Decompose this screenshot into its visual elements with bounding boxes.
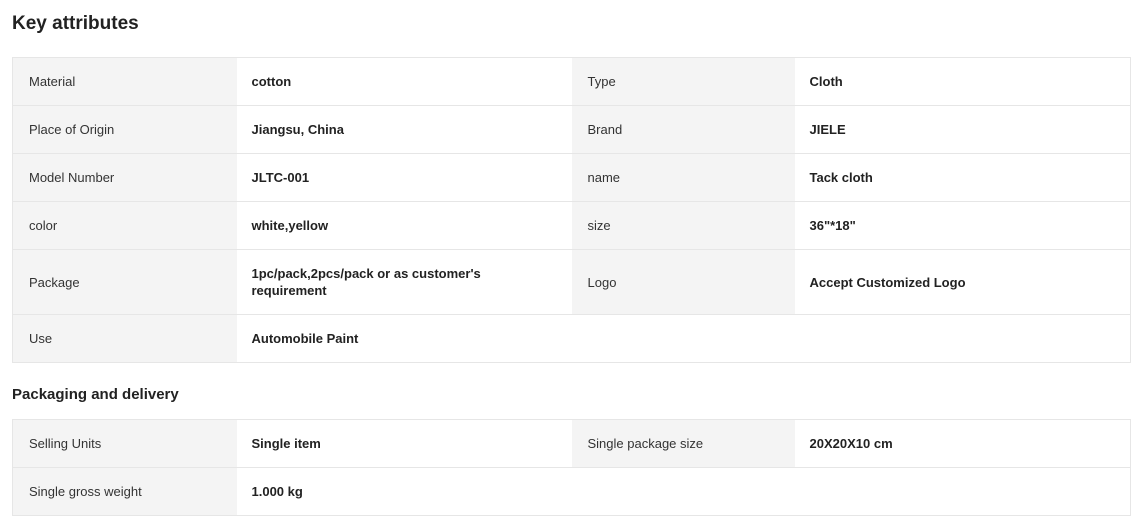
empty-cell	[571, 467, 795, 516]
attribute-value: 1pc/pack,2pcs/pack or as customer's requ…	[236, 249, 572, 315]
attribute-label: Brand	[571, 105, 795, 154]
attribute-value: cotton	[236, 57, 572, 106]
attribute-label: Use	[12, 314, 237, 363]
table-row: Use Automobile Paint	[12, 314, 1131, 363]
table-row: Package 1pc/pack,2pcs/pack or as custome…	[12, 249, 1131, 315]
attribute-value: Jiangsu, China	[236, 105, 572, 154]
table-row: Place of Origin Jiangsu, China Brand JIE…	[12, 105, 1131, 154]
attribute-label: Place of Origin	[12, 105, 237, 154]
attribute-label: Selling Units	[12, 419, 237, 468]
attribute-label: size	[571, 201, 795, 250]
packaging-delivery-title: Packaging and delivery	[12, 386, 179, 403]
attribute-label: Material	[12, 57, 237, 106]
attribute-label: Model Number	[12, 153, 237, 202]
attribute-label: name	[571, 153, 795, 202]
table-row: Material cotton Type Cloth	[12, 57, 1131, 106]
empty-cell	[571, 314, 795, 363]
attribute-label: Single package size	[571, 419, 795, 468]
attribute-value: Single item	[236, 419, 572, 468]
table-row: Single gross weight 1.000 kg	[12, 467, 1131, 516]
attribute-value: Cloth	[794, 57, 1131, 106]
attribute-value: white,yellow	[236, 201, 572, 250]
key-attributes-table: Material cotton Type Cloth Place of Orig…	[12, 57, 1131, 363]
table-row: color white,yellow size 36"*18"	[12, 201, 1131, 250]
empty-cell	[794, 314, 1131, 363]
empty-cell	[794, 467, 1131, 516]
attribute-value: Automobile Paint	[236, 314, 572, 363]
attribute-value: Tack cloth	[794, 153, 1131, 202]
attribute-value: JIELE	[794, 105, 1131, 154]
packaging-delivery-table: Selling Units Single item Single package…	[12, 419, 1131, 516]
attribute-value: 1.000 kg	[236, 467, 572, 516]
attribute-label: Single gross weight	[12, 467, 237, 516]
attribute-value: Accept Customized Logo	[794, 249, 1131, 315]
table-row: Model Number JLTC-001 name Tack cloth	[12, 153, 1131, 202]
table-row: Selling Units Single item Single package…	[12, 419, 1131, 468]
attribute-value: 20X20X10 cm	[794, 419, 1131, 468]
attribute-label: Type	[571, 57, 795, 106]
attribute-label: Package	[12, 249, 237, 315]
attribute-value: JLTC-001	[236, 153, 572, 202]
attribute-label: color	[12, 201, 237, 250]
attribute-value: 36"*18"	[794, 201, 1131, 250]
key-attributes-title: Key attributes	[12, 13, 139, 34]
attribute-label: Logo	[571, 249, 795, 315]
